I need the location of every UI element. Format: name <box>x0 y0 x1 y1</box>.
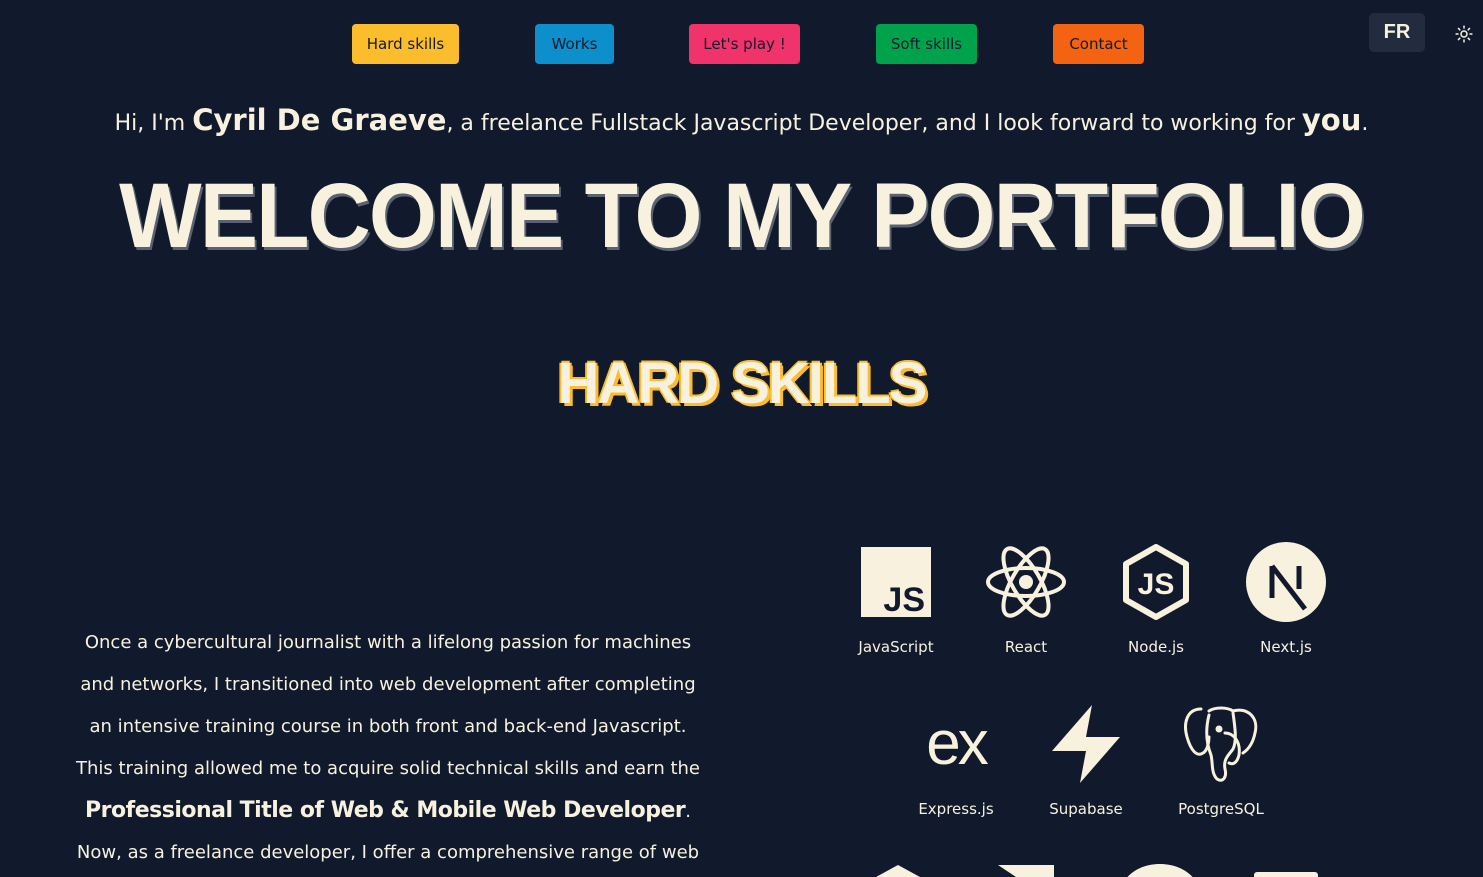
skill-nodejs: JS Node.js <box>1101 540 1211 656</box>
svg-text:JS: JS <box>883 581 925 617</box>
intro-text: Hi, I'm Cyril De Graeve, a freelance Ful… <box>0 96 1483 148</box>
main-nav: Hard skills Works Let's play ! Soft skil… <box>0 24 1483 64</box>
skill-label: JavaScript <box>858 638 934 656</box>
nav-works-button[interactable]: Works <box>535 24 614 64</box>
skill-label: PostgreSQL <box>1178 800 1264 818</box>
postgresql-icon <box>1179 702 1263 786</box>
skill-label: Supabase <box>1049 800 1123 818</box>
svg-text:JS: JS <box>1138 568 1175 601</box>
supabase-icon <box>1044 702 1128 786</box>
skill-postgresql: PostgreSQL <box>1166 702 1276 818</box>
bio-line: an intensive training course in both fro… <box>89 716 687 737</box>
bio-line: and networks, I transitioned into web de… <box>80 674 696 695</box>
hard-skills-bio: Once a cybercultural journalist with a l… <box>38 622 738 874</box>
skill-icon-partial <box>998 865 1054 877</box>
skill-supabase: Supabase <box>1031 702 1141 818</box>
hard-skills-heading: HARD SKILLS <box>557 351 928 416</box>
svg-text:ex: ex <box>926 714 988 774</box>
skill-label: Express.js <box>918 800 994 818</box>
react-icon <box>984 540 1068 624</box>
nextjs-icon <box>1244 540 1328 624</box>
sun-icon <box>1455 25 1473 43</box>
language-toggle-button[interactable]: FR <box>1369 13 1425 52</box>
skill-react: React <box>971 540 1081 656</box>
skill-nextjs: Next.js <box>1231 540 1341 656</box>
skill-icon-partial <box>1127 864 1193 877</box>
nav-hard-skills-button[interactable]: Hard skills <box>352 24 459 64</box>
skills-row-partial <box>860 862 1320 877</box>
skill-label: Node.js <box>1128 638 1184 656</box>
skill-javascript: JS JavaScript <box>841 540 951 656</box>
intro-name: Cyril De Graeve <box>192 103 447 137</box>
intro-prefix: Hi, I'm <box>114 111 193 136</box>
bio-line: Once a cybercultural journalist with a l… <box>84 632 692 653</box>
skill-label: React <box>1004 638 1048 656</box>
nav-contact-button[interactable]: Contact <box>1053 24 1144 64</box>
javascript-icon: JS <box>854 540 938 624</box>
expressjs-icon: ex <box>914 702 998 786</box>
nav-lets-play-button[interactable]: Let's play ! <box>689 24 800 64</box>
intro-you: you <box>1301 103 1362 137</box>
skill-icon-partial <box>1254 872 1318 877</box>
skill-expressjs: ex Express.js <box>901 702 1011 818</box>
skill-icon-partial <box>876 865 920 877</box>
nodejs-icon: JS <box>1114 540 1198 624</box>
bio-title-line: Professional Title of Web & Mobile Web D… <box>38 790 738 832</box>
bio-line: Now, as a freelance developer, I offer a… <box>76 842 700 863</box>
page-title: WELCOME TO MY PORTFOLIO <box>119 165 1366 267</box>
nav-soft-skills-button[interactable]: Soft skills <box>876 24 977 64</box>
bio-professional-title: Professional Title of Web & Mobile Web D… <box>85 798 686 823</box>
intro-middle: , a freelance Fullstack Javascript Devel… <box>446 111 1302 136</box>
intro-suffix: . <box>1361 111 1369 136</box>
theme-toggle-button[interactable] <box>1452 22 1476 46</box>
skill-label: Next.js <box>1260 638 1312 656</box>
bio-line: This training allowed me to acquire soli… <box>75 758 700 779</box>
bio-period: . <box>685 801 691 822</box>
